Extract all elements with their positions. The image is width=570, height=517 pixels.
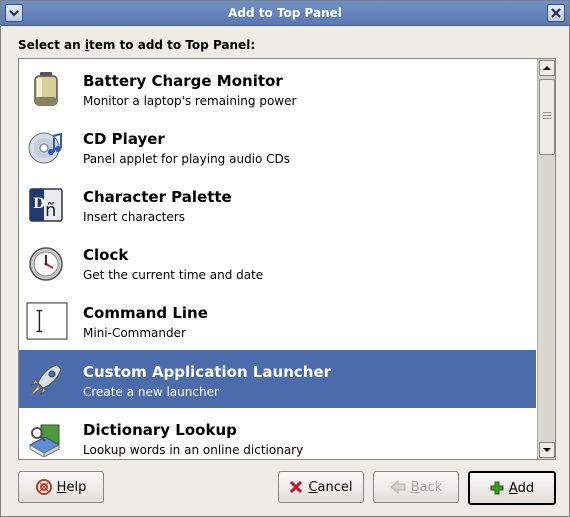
scroll-thumb[interactable] xyxy=(539,79,555,155)
help-button[interactable]: Help xyxy=(18,471,104,503)
applet-list-items: Battery Charge Monitor Monitor a laptop'… xyxy=(19,59,536,459)
list-item-title: Custom Application Launcher xyxy=(83,363,332,381)
title-bar[interactable]: Add to Top Panel xyxy=(1,1,569,26)
list-item-title: Character Palette xyxy=(83,188,232,206)
help-icon xyxy=(35,479,52,495)
cd-player-icon xyxy=(28,132,62,164)
list-item-description: Get the current time and date xyxy=(83,268,264,282)
add-label-rest: dd xyxy=(517,480,535,496)
svg-text:D: D xyxy=(33,196,45,212)
list-item-title: CD Player xyxy=(83,130,165,148)
list-item-dictionary[interactable]: Dictionary Lookup Lookup words in an onl… xyxy=(19,408,536,459)
list-item-title: Dictionary Lookup xyxy=(83,421,237,439)
cancel-icon xyxy=(289,480,303,494)
help-mnemonic: H xyxy=(56,479,67,495)
clock-icon xyxy=(29,247,63,281)
battery-icon xyxy=(34,72,58,106)
list-item-description: Lookup words in an online dictionary xyxy=(83,443,304,457)
list-item-command-line[interactable]: Command Line Mini-Commander xyxy=(19,291,536,349)
list-item-title: Clock xyxy=(83,246,129,264)
help-label: Help xyxy=(57,480,87,495)
character-palette-icon: D ñ xyxy=(29,188,63,222)
list-item-description: Insert characters xyxy=(83,210,185,224)
palette-glyph: ñ xyxy=(45,200,56,221)
help-label-rest: elp xyxy=(66,479,87,495)
arrow-left-icon xyxy=(389,480,406,494)
add-mnemonic: A xyxy=(508,480,518,496)
list-item-battery[interactable]: Battery Charge Monitor Monitor a laptop'… xyxy=(19,59,536,117)
rocket-icon xyxy=(30,364,62,396)
back-label: Back xyxy=(411,480,443,495)
window-title: Add to Top Panel xyxy=(228,6,342,20)
grip-line xyxy=(543,115,551,116)
add-button[interactable]: Add xyxy=(468,471,556,505)
add-label: Add xyxy=(509,481,534,496)
prompt-text-start: Select an xyxy=(18,38,85,52)
back-mnemonic: B xyxy=(410,479,420,495)
list-item-title: Command Line xyxy=(83,304,208,322)
list-item-description: Mini-Commander xyxy=(83,326,186,340)
cancel-label-rest: ancel xyxy=(317,479,353,495)
scroll-up-button[interactable] xyxy=(539,60,555,76)
applet-list[interactable]: Battery Charge Monitor Monitor a laptop'… xyxy=(18,58,556,460)
cancel-mnemonic: C xyxy=(308,479,318,495)
back-label-rest: ack xyxy=(419,479,443,495)
prompt-text-end: tem to add to Top Panel: xyxy=(89,38,256,52)
grip-line xyxy=(543,118,551,119)
close-button[interactable] xyxy=(547,4,565,22)
list-item-description: Monitor a laptop's remaining power xyxy=(83,94,297,108)
list-item-title: Battery Charge Monitor xyxy=(83,72,283,90)
close-icon xyxy=(551,8,561,18)
list-item-description: Panel applet for playing audio CDs xyxy=(83,152,291,166)
list-item-custom-launcher[interactable]: Custom Application Launcher Create a new… xyxy=(19,350,536,408)
grip-line xyxy=(543,112,551,113)
list-scrollbar[interactable] xyxy=(537,59,555,459)
arrow-down-icon xyxy=(543,448,551,452)
plus-icon xyxy=(490,481,504,495)
add-to-panel-dialog: Add to Top Panel Select an item to add t… xyxy=(0,0,570,517)
command-line-icon xyxy=(26,302,68,340)
list-item-clock[interactable]: Clock Get the current time and date xyxy=(19,233,536,291)
list-item-cd-player[interactable]: CD Player Panel applet for playing audio… xyxy=(19,117,536,175)
back-button[interactable]: Back xyxy=(373,471,459,503)
list-item-description: Create a new launcher xyxy=(83,385,219,399)
list-item-character-palette[interactable]: D ñ Character Palette Insert characters xyxy=(19,175,536,233)
cancel-button[interactable]: Cancel xyxy=(278,471,364,503)
list-prompt: Select an item to add to Top Panel: xyxy=(18,38,255,52)
cancel-label: Cancel xyxy=(308,480,352,495)
arrow-up-icon xyxy=(543,66,551,70)
scroll-down-button[interactable] xyxy=(539,442,555,458)
dictionary-icon xyxy=(28,424,61,457)
